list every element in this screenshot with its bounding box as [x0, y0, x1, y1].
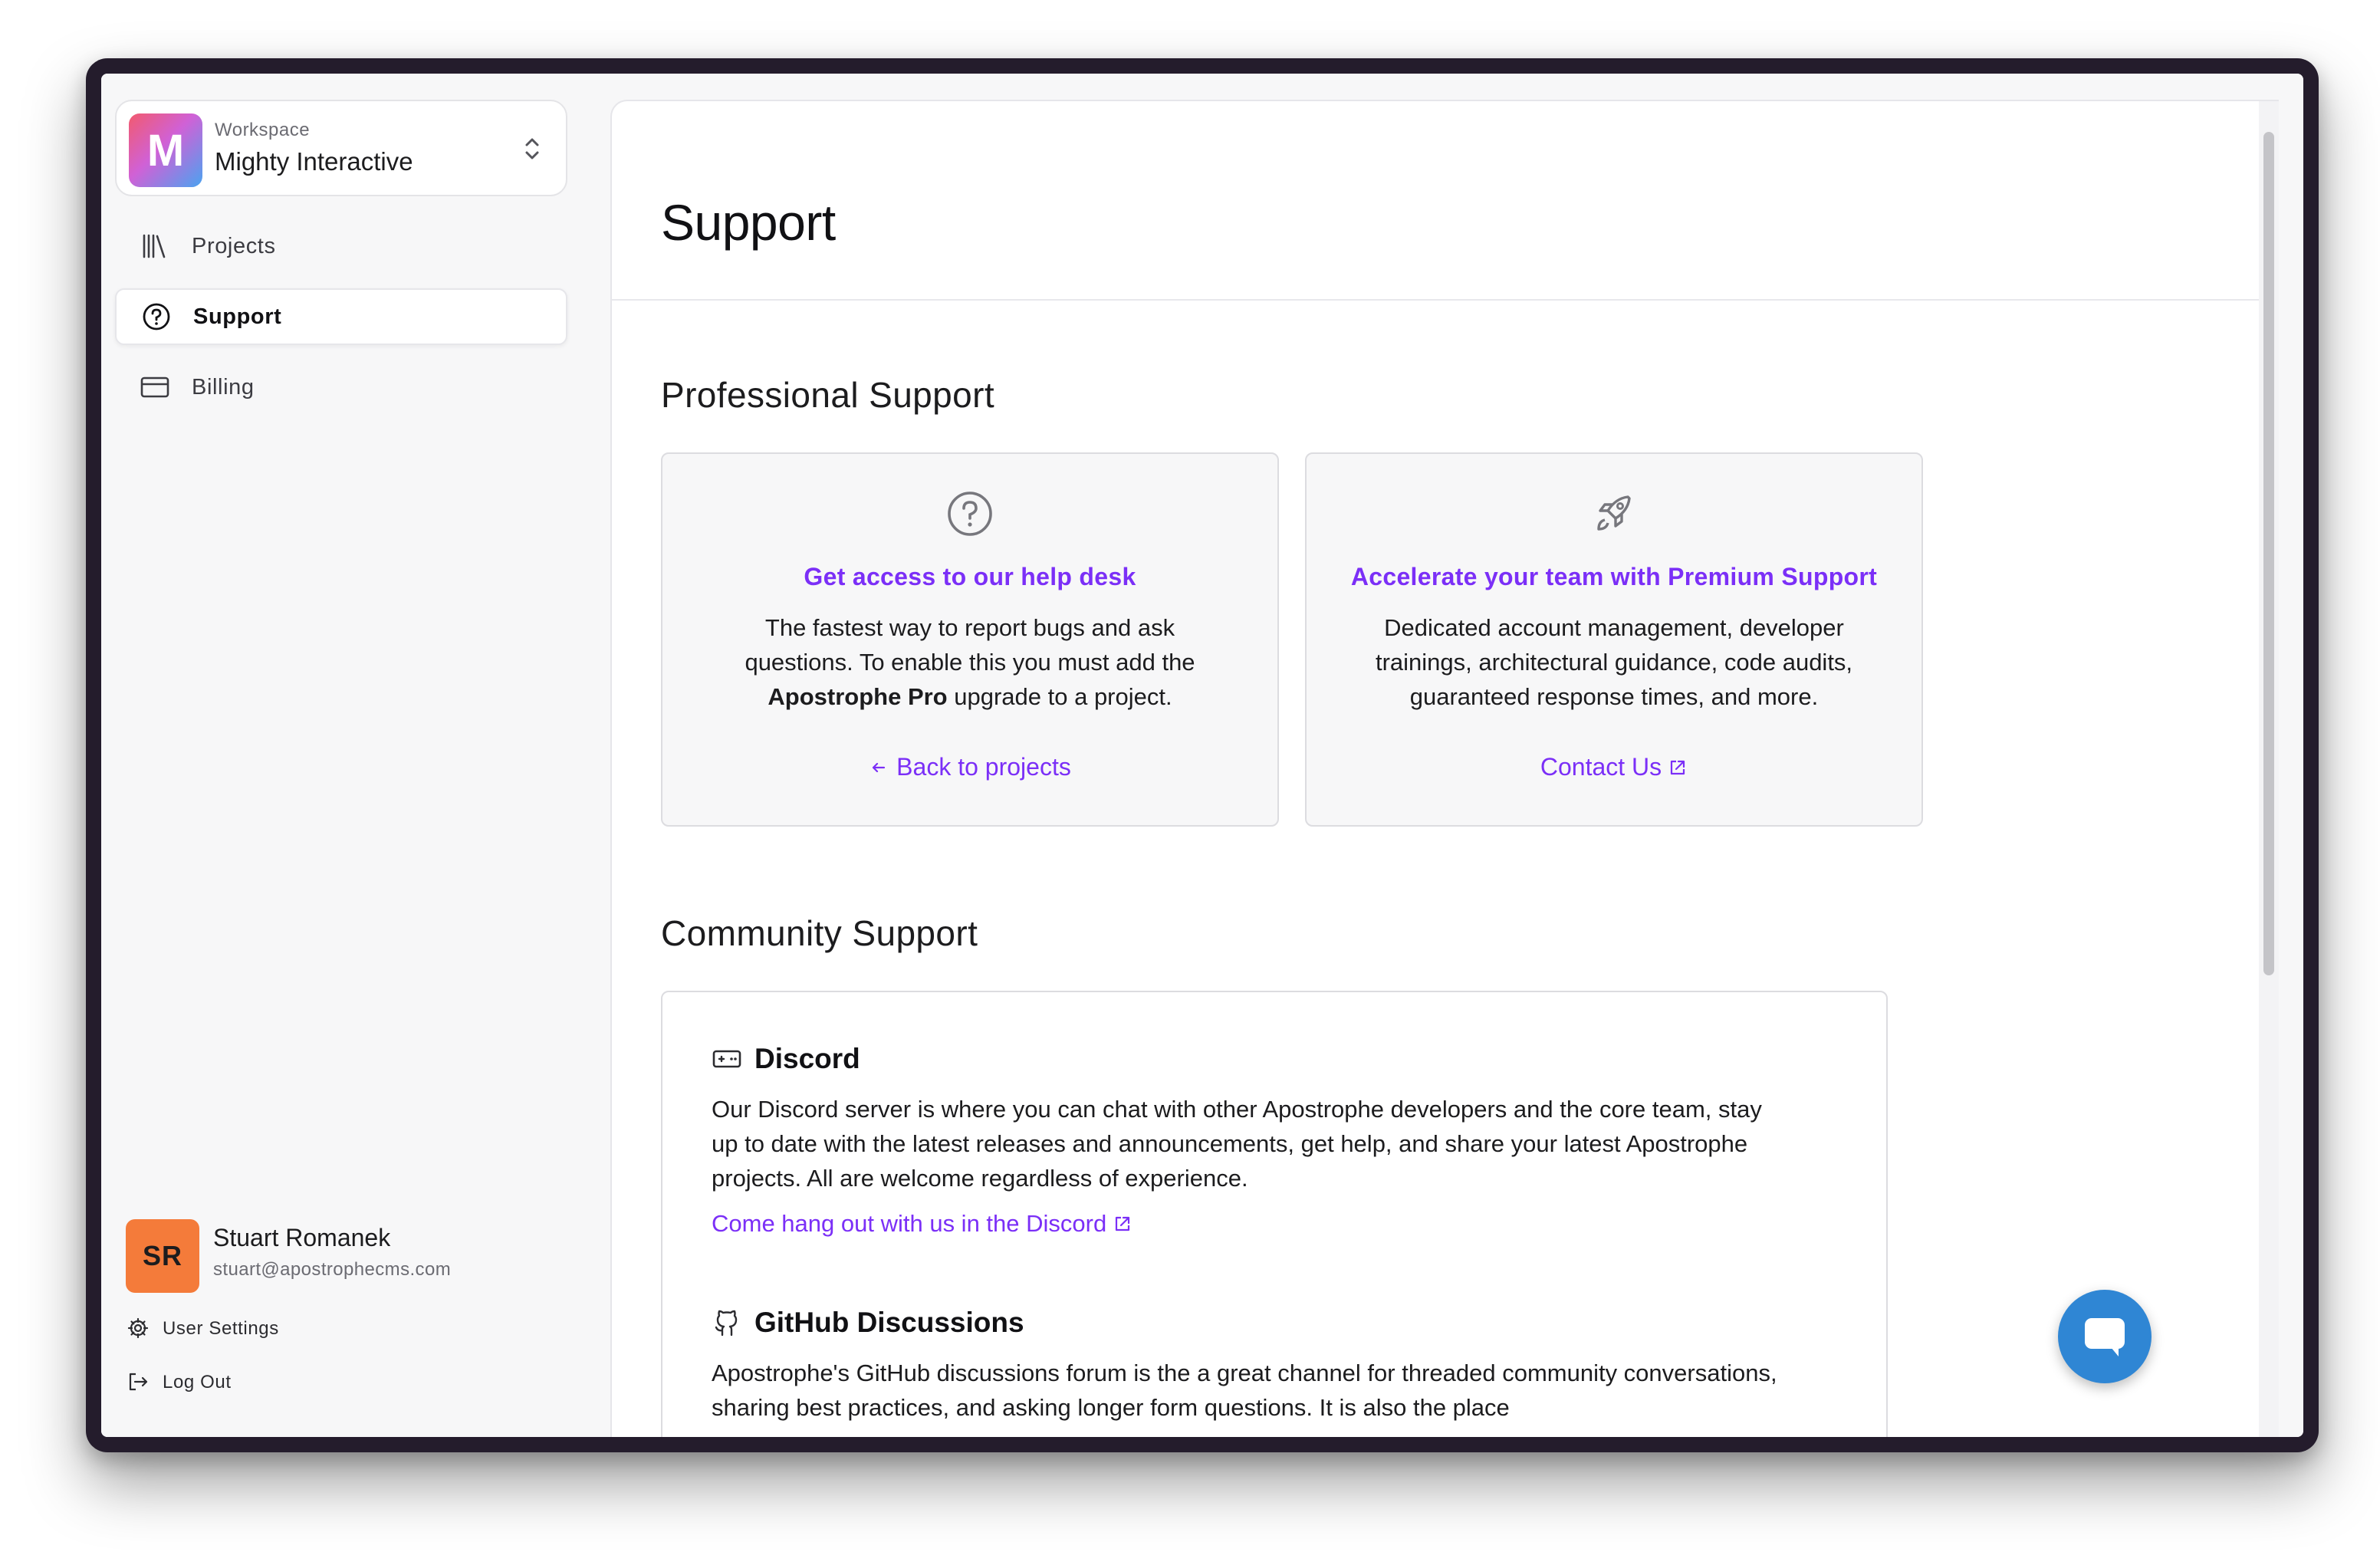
scrollbar[interactable]: [2259, 101, 2279, 1437]
credit-card-icon: [140, 372, 170, 403]
github-description: Apostrophe's GitHub discussions forum is…: [712, 1360, 1777, 1421]
chat-button[interactable]: [2058, 1290, 2152, 1383]
sidebar: M Workspace Mighty Interactive Projects: [101, 74, 598, 1437]
sidebar-item-projects[interactable]: Projects: [115, 218, 567, 275]
workspace-switcher[interactable]: M Workspace Mighty Interactive: [115, 100, 567, 196]
help-circle-icon: [948, 492, 992, 536]
gear-icon: [127, 1317, 150, 1340]
user-settings-label: User Settings: [163, 1318, 279, 1339]
external-link-icon: [1671, 760, 1685, 774]
help-desk-description: The fastest way to report bugs and ask q…: [745, 614, 1195, 710]
premium-support-title: Accelerate your team with Premium Suppor…: [1350, 563, 1878, 590]
page-title: Support: [661, 194, 836, 251]
log-out-link[interactable]: Log Out: [127, 1371, 232, 1394]
sidebar-item-label: Support: [193, 304, 282, 329]
premium-support-card: Accelerate your team with Premium Suppor…: [1305, 452, 1923, 827]
contact-us-link[interactable]: Contact Us: [1307, 753, 1921, 781]
external-link-icon: [1116, 1216, 1130, 1231]
log-out-label: Log Out: [163, 1372, 232, 1393]
workspace-name: Mighty Interactive: [215, 147, 413, 176]
chat-bubble-icon: [2085, 1318, 2125, 1356]
avatar: SR: [126, 1219, 199, 1293]
scrollbar-thumb[interactable]: [2263, 132, 2274, 975]
discord-description: Our Discord server is where you can chat…: [712, 1096, 1762, 1192]
community-support-card: Discord Our Discord server is where you …: [661, 991, 1888, 1437]
chevron-up-down-icon[interactable]: [521, 133, 543, 164]
user-name: Stuart Romanek: [213, 1224, 391, 1251]
community-support-heading: Community Support: [661, 913, 978, 953]
workspace-avatar: M: [129, 113, 202, 187]
github-icon: [712, 1307, 742, 1338]
sidebar-item-billing[interactable]: Billing: [115, 359, 567, 416]
title-divider: [612, 299, 2279, 301]
help-desk-card: Get access to our help desk The fastest …: [661, 452, 1279, 827]
content-panel: Support Professional Support Get access …: [610, 100, 2279, 1437]
workspace-label: Workspace: [215, 120, 311, 140]
discord-link[interactable]: Come hang out with us in the Discord: [712, 1210, 1132, 1238]
premium-support-description: Dedicated account management, developer …: [1375, 614, 1853, 710]
arrow-left-icon: [873, 762, 886, 772]
sidebar-item-label: Billing: [192, 374, 255, 400]
user-email: stuart@apostrophecms.com: [213, 1259, 452, 1280]
rocket-icon: [1597, 495, 1631, 531]
help-circle-icon: [141, 301, 172, 332]
back-to-projects-link[interactable]: Back to projects: [662, 753, 1277, 781]
log-out-icon: [127, 1371, 150, 1394]
help-desk-title: Get access to our help desk: [804, 563, 1136, 590]
device-frame: M Workspace Mighty Interactive Projects: [86, 58, 2319, 1452]
app-screen: M Workspace Mighty Interactive Projects: [101, 74, 2303, 1437]
professional-support-heading: Professional Support: [661, 375, 995, 415]
gamepad-icon: [712, 1044, 742, 1074]
github-heading: GitHub Discussions: [712, 1307, 1024, 1339]
sidebar-item-support[interactable]: Support: [115, 288, 567, 345]
main-area: Support Professional Support Get access …: [598, 74, 2303, 1437]
library-icon: [140, 231, 170, 261]
user-settings-link[interactable]: User Settings: [127, 1317, 279, 1340]
discord-heading: Discord: [712, 1043, 860, 1075]
sidebar-item-label: Projects: [192, 233, 276, 258]
